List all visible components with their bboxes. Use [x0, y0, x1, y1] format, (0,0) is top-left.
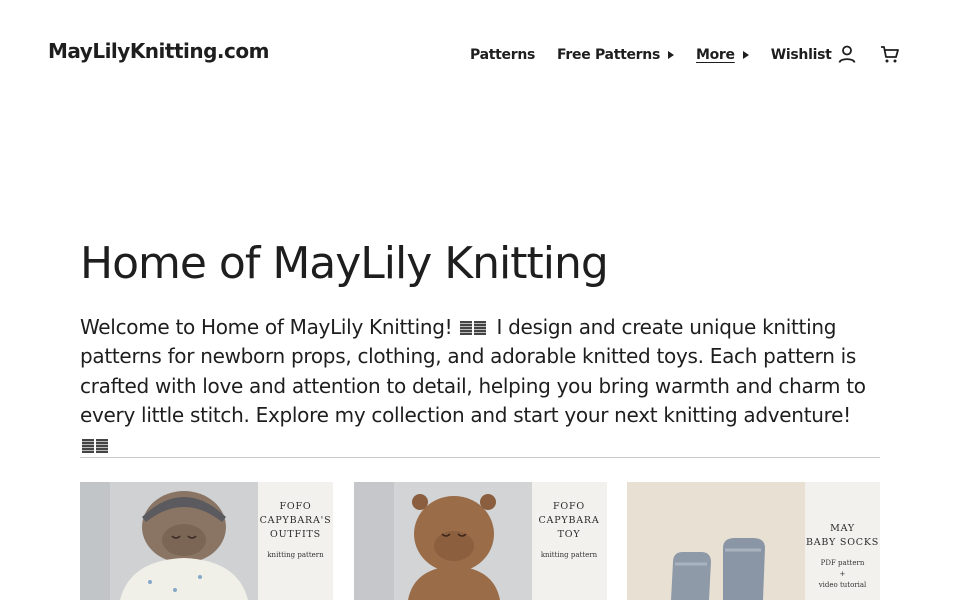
card-label-panel: FOFO CAPYBARA TOY knitting pattern [531, 482, 607, 600]
card-title: FOFO CAPYBARA TOY [538, 501, 600, 540]
nav-item-free-patterns[interactable]: Free Patterns [557, 47, 674, 63]
caret-right-icon[interactable] [667, 51, 674, 59]
yarn-emoji-icon [82, 438, 110, 453]
product-card-capybara-toy[interactable]: FOFO CAPYBARA TOY knitting pattern [353, 482, 607, 600]
account-icon[interactable] [836, 43, 858, 65]
capybara-outfits-photo [80, 482, 258, 600]
nav-item-label: Wishlist [770, 47, 832, 63]
card-label-panel: MAY BABY SOCKS PDF pattern + video tutor… [805, 482, 880, 600]
site-header: MayLilyKnitting.com Patterns Free Patter… [0, 0, 960, 110]
card-title: MAY BABY SOCKS [805, 523, 880, 548]
intro-prefix: Welcome to [80, 314, 201, 339]
card-subtitle: PDF pattern + video tutorial [818, 559, 867, 589]
baby-socks-photo [627, 482, 805, 600]
section-divider [80, 457, 880, 458]
card-title: FOFO CAPYBARA'S OUTFITS [259, 501, 332, 540]
caret-right-icon[interactable] [742, 51, 749, 59]
nav-item-more[interactable]: More [696, 47, 749, 63]
yarn-emoji-icon [460, 320, 488, 335]
nav-item-wishlist[interactable]: Wishlist [771, 47, 832, 63]
nav-item-label: Patterns [470, 47, 536, 63]
card-subtitle: knitting pattern [540, 551, 598, 559]
intro-after-strong: ! [444, 314, 453, 339]
card-label-panel: FOFO CAPYBARA'S OUTFITS knitting pattern [258, 482, 333, 600]
primary-nav: Patterns Free Patterns More Wishlist [470, 44, 854, 66]
main-content: Home of MayLily Knitting Welcome to Home… [80, 238, 880, 460]
capybara-toy-photo [353, 482, 532, 600]
intro-strong: Home of MayLily Knitting [200, 314, 445, 339]
nav-item-label: Free Patterns [557, 47, 660, 63]
product-grid: FOFO CAPYBARA'S OUTFITS knitting pattern… [80, 482, 880, 600]
site-title-link[interactable]: MayLilyKnitting.com [48, 39, 269, 63]
product-card-capybara-outfits[interactable]: FOFO CAPYBARA'S OUTFITS knitting pattern [80, 482, 333, 600]
page-title: Home of MayLily Knitting [80, 238, 609, 289]
cart-icon[interactable] [879, 43, 901, 65]
nav-item-patterns[interactable]: Patterns [470, 47, 535, 63]
card-subtitle: knitting pattern [267, 551, 324, 559]
intro-paragraph: Welcome to Home of MayLily Knitting! I d… [80, 313, 880, 461]
product-card-baby-socks[interactable]: MAY BABY SOCKS PDF pattern + video tutor… [627, 482, 880, 600]
nav-item-label: More [695, 47, 735, 63]
